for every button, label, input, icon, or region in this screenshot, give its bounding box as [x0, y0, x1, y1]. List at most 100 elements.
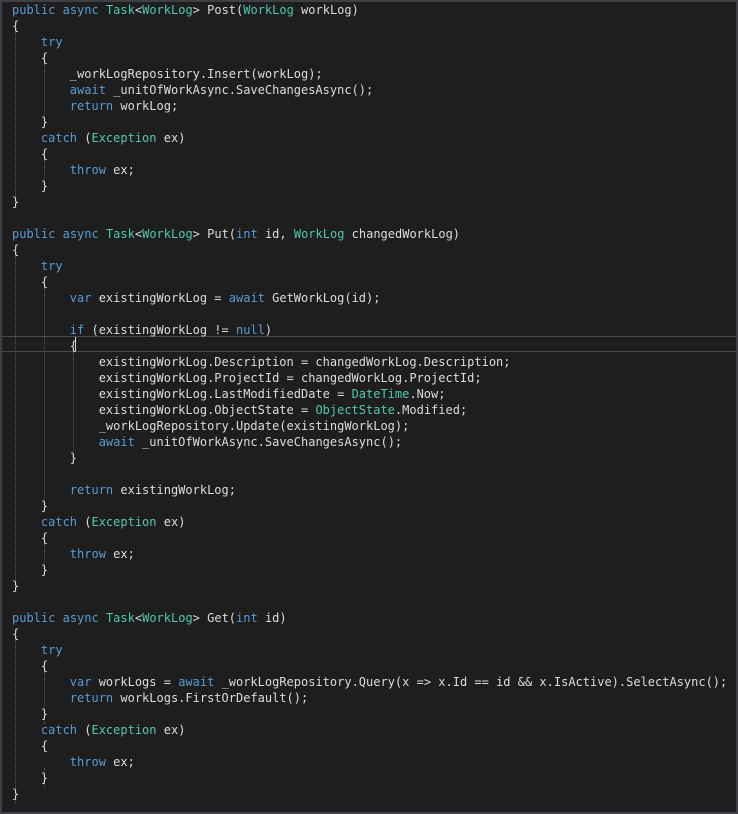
- text-token: {: [12, 243, 20, 257]
- keyword-token: var: [69, 291, 92, 305]
- text-token: {: [12, 659, 49, 673]
- keyword-token: if: [69, 323, 85, 337]
- code-line[interactable]: }: [12, 450, 77, 466]
- code-line[interactable]: try: [12, 642, 63, 658]
- text-token: (existingWorkLog !=: [84, 323, 236, 337]
- code-line[interactable]: }: [12, 178, 48, 194]
- code-line[interactable]: }: [12, 498, 48, 514]
- code-line[interactable]: _workLogRepository.Insert(workLog);: [12, 66, 323, 82]
- code-line[interactable]: public async Task<WorkLog> Put(int id, W…: [12, 226, 460, 242]
- text-token: ex): [156, 723, 186, 737]
- text-token: <: [134, 227, 143, 241]
- code-line[interactable]: existingWorkLog.ProjectId = changedWorkL…: [12, 370, 482, 386]
- type-token: Exception: [91, 723, 157, 737]
- text-token: existingWorkLog.ObjectState =: [12, 403, 316, 417]
- code-line[interactable]: }: [12, 706, 48, 722]
- keyword-token: try: [40, 35, 63, 49]
- code-line[interactable]: throw ex;: [12, 754, 135, 770]
- code-line[interactable]: await _unitOfWorkAsync.SaveChangesAsync(…: [12, 434, 402, 450]
- code-line[interactable]: var workLogs = await _workLogRepository.…: [12, 674, 727, 690]
- text-token: > Put(: [192, 227, 237, 241]
- keyword-token: return: [69, 483, 114, 497]
- code-line[interactable]: throw ex;: [12, 546, 135, 562]
- code-line[interactable]: catch (Exception ex): [12, 130, 186, 146]
- code-line[interactable]: return workLog;: [12, 98, 178, 114]
- code-line[interactable]: {: [12, 274, 48, 290]
- code-line[interactable]: {: [12, 50, 48, 66]
- code-line[interactable]: {: [12, 626, 19, 642]
- code-line[interactable]: try: [12, 258, 63, 274]
- code-line[interactable]: throw ex;: [12, 162, 135, 178]
- code-line[interactable]: }: [12, 770, 48, 786]
- code-line[interactable]: existingWorkLog.ObjectState = ObjectStat…: [12, 402, 467, 418]
- code-line[interactable]: {: [12, 530, 48, 546]
- text-token: }: [12, 787, 20, 801]
- code-line[interactable]: return workLogs.FirstOrDefault();: [12, 690, 308, 706]
- code-line[interactable]: {: [12, 658, 48, 674]
- text-token: existingWorkLog;: [113, 483, 236, 497]
- code-line[interactable]: await _unitOfWorkAsync.SaveChangesAsync(…: [12, 82, 373, 98]
- text-token: workLogs.FirstOrDefault();: [113, 691, 309, 705]
- text-token: {: [12, 19, 20, 33]
- code-line[interactable]: {: [12, 242, 19, 258]
- text-token: }: [12, 179, 49, 193]
- text-token: _workLogRepository.Insert(workLog);: [12, 67, 323, 81]
- text-token: existingWorkLog.Description = changedWor…: [12, 355, 511, 369]
- code-line[interactable]: public async Task<WorkLog> Post(WorkLog …: [12, 2, 359, 18]
- text-token: ex;: [105, 163, 135, 177]
- keyword-token: catch: [40, 723, 78, 737]
- text-token: existingWorkLog.ProjectId = changedWorkL…: [12, 371, 482, 385]
- code-line[interactable]: _workLogRepository.Update(existingWorkLo…: [12, 418, 410, 434]
- code-editor[interactable]: public async Task<WorkLog> Post(WorkLog …: [0, 0, 738, 814]
- text-token: ex;: [105, 547, 135, 561]
- type-token: WorkLog: [293, 227, 345, 241]
- code-line[interactable]: return existingWorkLog;: [12, 482, 236, 498]
- code-line[interactable]: catch (Exception ex): [12, 514, 186, 530]
- code-line[interactable]: }: [12, 578, 19, 594]
- code-line[interactable]: }: [12, 114, 48, 130]
- code-line[interactable]: {: [12, 18, 19, 34]
- code-line[interactable]: }: [12, 786, 19, 802]
- code-line[interactable]: existingWorkLog.LastModifiedDate = DateT…: [12, 386, 446, 402]
- code-line[interactable]: {: [12, 338, 77, 354]
- code-line[interactable]: catch (Exception ex): [12, 722, 186, 738]
- code-line[interactable]: existingWorkLog.Description = changedWor…: [12, 354, 511, 370]
- keyword-token: return: [69, 99, 114, 113]
- text-token: {: [12, 339, 78, 353]
- text-token: id): [257, 611, 287, 625]
- text-token: ex;: [105, 755, 135, 769]
- keyword-token: int: [236, 227, 258, 241]
- code-line[interactable]: {: [12, 738, 48, 754]
- type-token: Task: [105, 611, 135, 625]
- code-line[interactable]: {: [12, 146, 48, 162]
- keyword-token: catch: [40, 131, 78, 145]
- code-line[interactable]: public async Task<WorkLog> Get(int id): [12, 610, 287, 626]
- text-token: > Get(: [192, 611, 237, 625]
- text-token: .Modified;: [394, 403, 468, 417]
- keyword-token: async: [62, 3, 99, 17]
- text-token: <: [134, 611, 143, 625]
- code-line[interactable]: }: [12, 194, 19, 210]
- type-token: Task: [105, 3, 135, 17]
- code-line[interactable]: try: [12, 34, 63, 50]
- text-token: workLog;: [113, 99, 179, 113]
- keyword-token: throw: [69, 163, 106, 177]
- text-token: (: [77, 723, 92, 737]
- text-token: {: [12, 147, 49, 161]
- code-line[interactable]: if (existingWorkLog != null): [12, 322, 272, 338]
- code-line[interactable]: var existingWorkLog = await GetWorkLog(i…: [12, 290, 381, 306]
- type-token: ObjectState: [315, 403, 395, 417]
- code-line[interactable]: }: [12, 562, 48, 578]
